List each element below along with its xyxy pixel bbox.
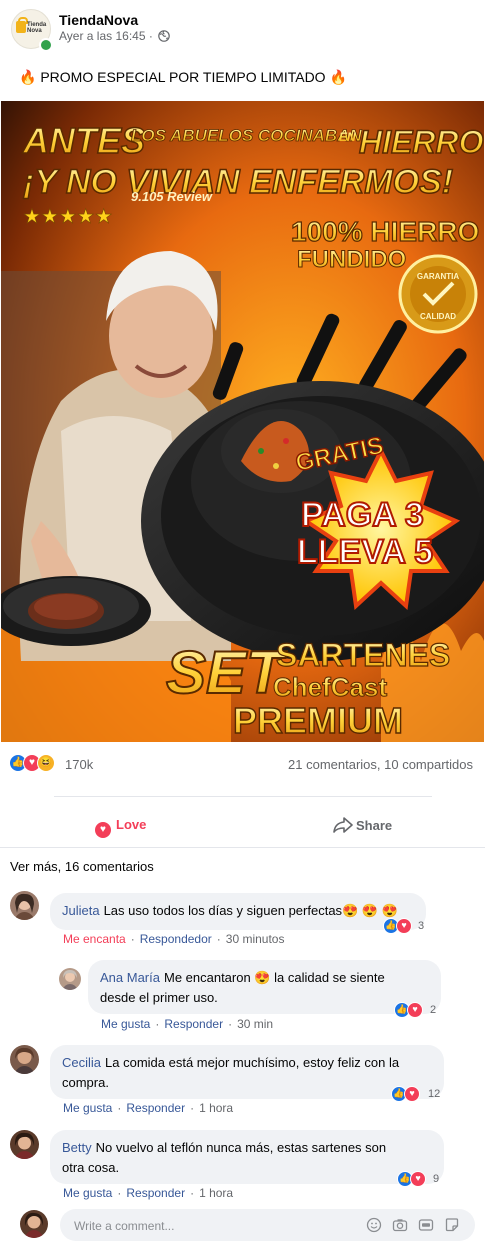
comment-reactions[interactable]: 👍 ♥ 3 <box>383 918 433 936</box>
headline-line-2: ¡Y NO VIVIAN ENFERMOS! <box>23 163 453 201</box>
seal-text-2: CALIDAD <box>420 312 456 321</box>
camera-icon[interactable] <box>392 1217 408 1233</box>
comment-time[interactable]: 1 hora <box>199 1186 233 1200</box>
comment-meta: Me gusta · Responder · 1 hora <box>63 1186 234 1200</box>
headline-abuelos: LOS ABUELOS COCINABAN <box>131 126 362 145</box>
product-line-1: SARTENES <box>276 637 450 673</box>
headline-word-antes: ANTES <box>22 120 145 161</box>
share-label: Share <box>356 818 393 833</box>
fire-icon: 🔥 <box>329 69 347 85</box>
comment-text-line-1: Me encantaron 😍 la calidad se siente <box>163 970 385 985</box>
comment-reaction-count: 12 <box>428 1088 441 1100</box>
set-word: SET <box>166 639 287 706</box>
comment-meta: Me gusta · Responder · 1 hora <box>63 1101 234 1115</box>
shopping-bag-icon <box>16 21 26 33</box>
comment-reply-action[interactable]: Responder <box>126 1101 185 1115</box>
emoji-icon[interactable] <box>366 1217 382 1233</box>
view-more-comments-link[interactable]: Ver más, 16 comentarios <box>10 859 154 874</box>
globe-icon <box>158 30 171 42</box>
avatar[interactable] <box>10 1045 39 1074</box>
comment-author[interactable]: Betty <box>62 1140 92 1155</box>
comment-time[interactable]: 1 hora <box>199 1101 233 1115</box>
comment-reactions[interactable]: 👍 ♥ 12 <box>391 1086 441 1104</box>
comment-reply-action[interactable]: Responder <box>126 1186 185 1200</box>
headline-hierro: HIERRO <box>359 124 484 160</box>
comment-react-action[interactable]: Me encanta <box>63 932 126 946</box>
gif-icon[interactable] <box>418 1217 434 1233</box>
material-line-2: FUNDIDO <box>297 246 406 273</box>
rating-stars: ★★★★★ <box>23 204 113 228</box>
quality-seal: GARANTIA CALIDAD <box>398 254 478 334</box>
comment-reactions[interactable]: 👍 ♥ 2 <box>394 1002 440 1020</box>
ad-artwork: ANTES LOS ABUELOS COCINABAN EN HIERRO ¡Y… <box>1 101 484 742</box>
avatar-logo-text: Tienda Nova <box>27 22 47 34</box>
headline-en: EN <box>339 130 356 144</box>
heart-icon: ♥ <box>95 822 111 838</box>
comment-meta: Me gusta · Responder · 30 min <box>101 1017 274 1031</box>
haha-reaction-icon: 😆 <box>37 754 55 772</box>
comment-text-line-1: La comida está mejor muchísimo, estoy fe… <box>105 1055 400 1070</box>
caption-text: PROMO ESPECIAL POR TIEMPO LIMITADO <box>40 69 326 85</box>
comment-time[interactable]: 30 minutos <box>226 932 285 946</box>
comment-bubble: Ana María Me encantaron 😍 la calidad se s… <box>88 960 441 1014</box>
comment-bubble: Cecilia La comida está mejor muchísimo, e… <box>50 1045 444 1099</box>
comments-shares-count[interactable]: 21 comentarios, 10 compartidos <box>288 757 473 772</box>
love-label: Love <box>116 817 147 832</box>
comment-text-line-2: compra. <box>62 1075 109 1090</box>
reaction-count[interactable]: 170k <box>65 757 93 772</box>
post-time-text: Ayer a las 16:45 <box>59 29 146 43</box>
comment-text: Las uso todos los días y siguen perfecta… <box>103 903 398 918</box>
share-button[interactable]: Share <box>333 817 392 833</box>
avatar[interactable] <box>20 1210 48 1238</box>
comment-time[interactable]: 30 min <box>237 1017 273 1031</box>
comment-meta: Me encanta · Respondedor · 30 minutos <box>63 932 285 946</box>
divider <box>0 847 485 848</box>
post-caption: 🔥 PROMO ESPECIAL POR TIEMPO LIMITADO 🔥 <box>19 69 347 86</box>
comment-react-action[interactable]: Me gusta <box>101 1017 150 1031</box>
comment-author[interactable]: Cecilia <box>62 1055 101 1070</box>
divider <box>54 796 432 797</box>
comment-reply-action[interactable]: Respondedor <box>140 932 212 946</box>
comment-react-action[interactable]: Me gusta <box>63 1186 112 1200</box>
comment-text-line-2: otra cosa. <box>62 1160 120 1175</box>
offer-line-1: PAGA 3 <box>301 496 424 534</box>
seal-text-1: GARANTIA <box>417 272 459 281</box>
comment-reaction-count: 2 <box>430 1004 437 1016</box>
avatar[interactable] <box>10 1130 39 1159</box>
comment-author[interactable]: Julieta <box>62 903 100 918</box>
comment-bubble: Julieta Las uso todos los días y siguen p… <box>50 893 426 930</box>
comment-author[interactable]: Ana María <box>100 970 160 985</box>
love-reaction-icon: ♥ <box>404 1086 420 1102</box>
love-reaction-icon: ♥ <box>396 918 412 934</box>
avatar[interactable] <box>10 891 39 920</box>
love-reaction-icon: ♥ <box>410 1171 426 1187</box>
share-arrow-icon <box>333 817 353 833</box>
love-reaction-icon: ♥ <box>407 1002 423 1018</box>
product-line-2: ChefCast <box>273 672 387 702</box>
avatar[interactable] <box>59 968 81 990</box>
offer-line-2: LLEVA 5 <box>297 533 433 571</box>
sticker-icon[interactable] <box>444 1217 460 1233</box>
comment-text-line-2: desde el primer uso. <box>100 990 218 1005</box>
comment-reaction-count: 3 <box>418 920 425 932</box>
comment-input[interactable] <box>72 1215 336 1237</box>
comment-react-action[interactable]: Me gusta <box>63 1101 112 1115</box>
comment-reactions[interactable]: 👍 ♥ 9 <box>397 1171 443 1189</box>
comment-reaction-count: 9 <box>433 1173 440 1185</box>
time-separator: · <box>148 29 153 43</box>
page-name[interactable]: TiendaNova <box>59 12 138 28</box>
review-count: 9.105 Review <box>131 189 213 204</box>
comment-bubble: Betty No vuelvo al teflón nunca más, esta… <box>50 1130 444 1184</box>
fire-icon: 🔥 <box>19 69 37 85</box>
material-line-1: 100% HIERRO <box>291 216 479 247</box>
post-timestamp[interactable]: Ayer a las 16:45 · <box>59 29 171 43</box>
online-status-dot <box>39 38 53 52</box>
love-button[interactable]: ♥ Love <box>95 817 146 838</box>
comment-text-line-1: No vuelvo al teflón nunca más, estas sar… <box>95 1140 387 1155</box>
post-ad-image[interactable]: ANTES LOS ABUELOS COCINABAN EN HIERRO ¡Y… <box>1 101 484 742</box>
product-line-3: PREMIUM <box>233 700 403 741</box>
comment-reply-action[interactable]: Responder <box>164 1017 223 1031</box>
comment-composer <box>60 1209 475 1241</box>
